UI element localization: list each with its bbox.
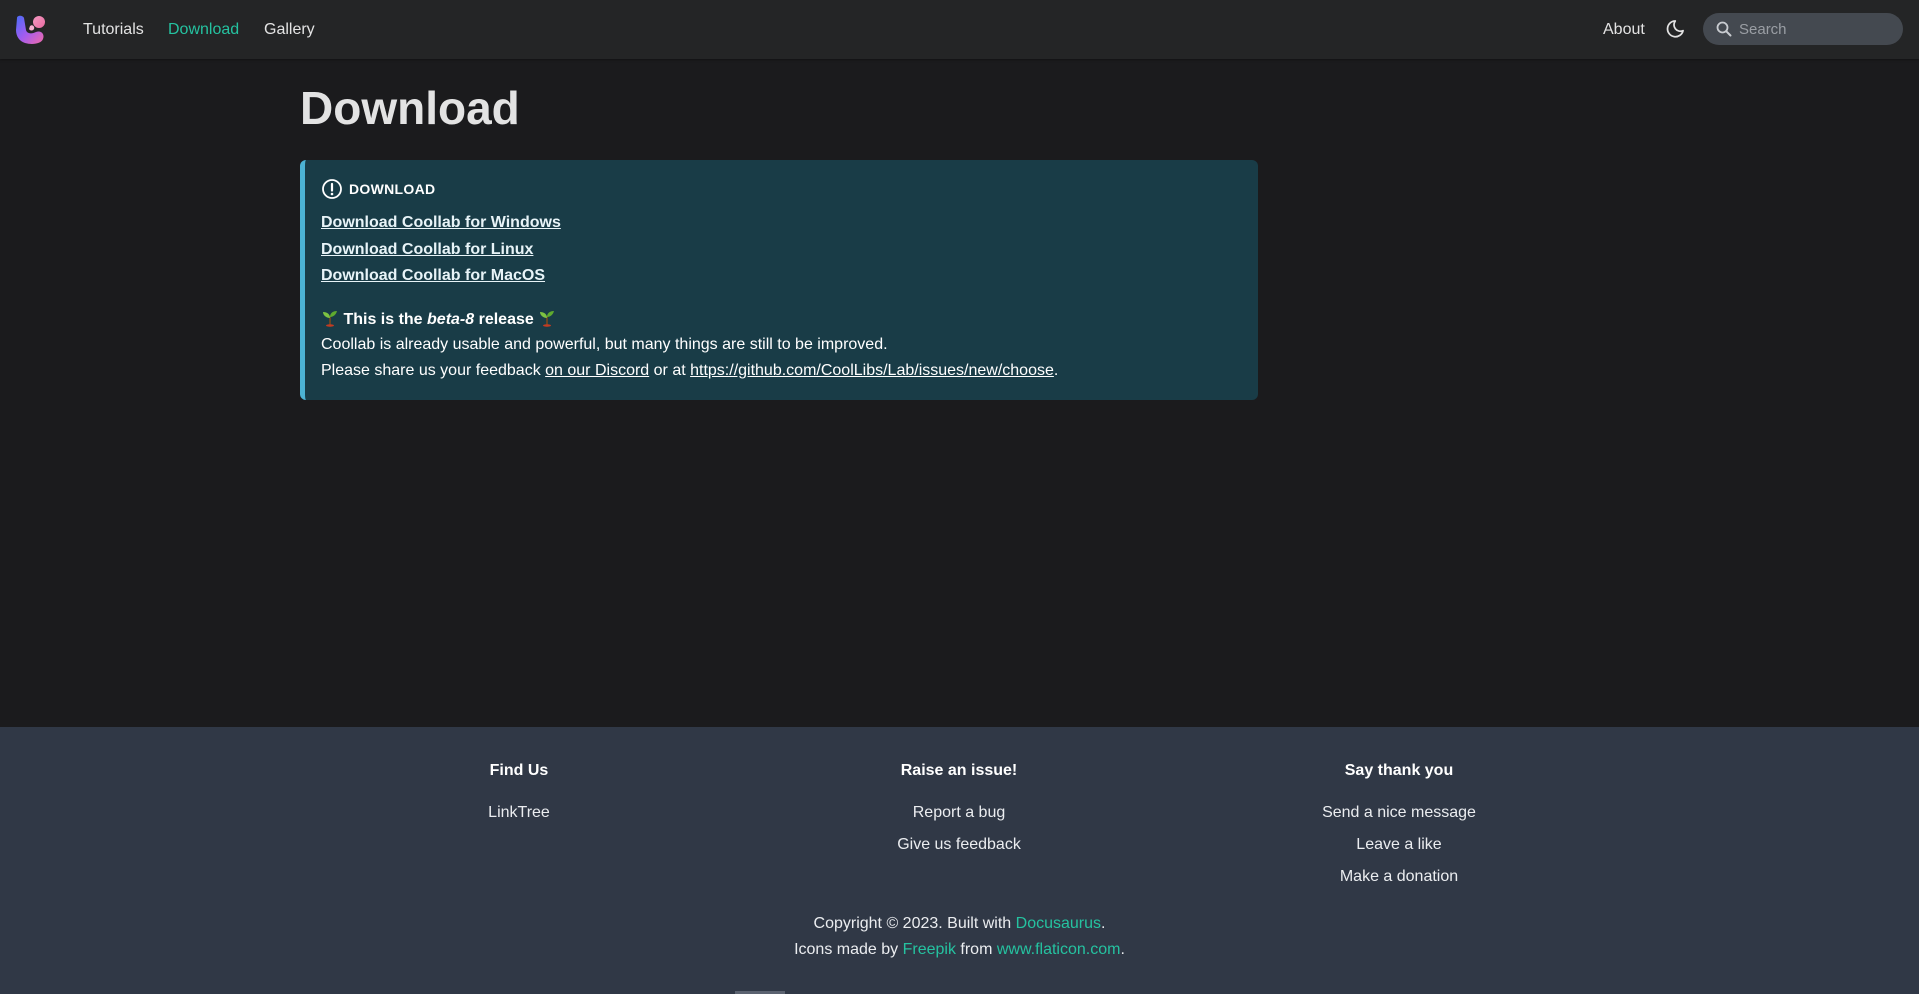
footer-link-report-bug[interactable]: Report a bug (809, 803, 1109, 823)
coollab-logo-icon[interactable] (14, 14, 48, 46)
nav-about[interactable]: About (1603, 20, 1645, 40)
icons-middle: from (960, 941, 993, 958)
icons-prefix: Icons made by (794, 941, 899, 958)
feedback-middle: or at (653, 361, 686, 379)
search-icon (1716, 21, 1732, 37)
docusaurus-link[interactable]: Docusaurus (1016, 915, 1101, 932)
footer-column-find-us: Find Us LinkTree (369, 761, 669, 835)
footer-column-raise-issue: Raise an issue! Report a bug Give us fee… (809, 761, 1109, 867)
admonition-heading: DOWNLOAD (321, 178, 1238, 200)
release-description: Coollab is already usable and powerful, … (321, 335, 888, 353)
footer-column-title: Say thank you (1344, 762, 1454, 779)
feedback-prefix: Please share us your feedback (321, 361, 541, 379)
nav-gallery[interactable]: Gallery (264, 20, 315, 40)
download-macos-link[interactable]: Download Coollab for MacOS (321, 263, 1238, 290)
footer-link-linktree[interactable]: LinkTree (369, 803, 669, 823)
info-circle-icon (322, 179, 342, 199)
footer-link-feedback[interactable]: Give us feedback (809, 835, 1109, 855)
release-version: beta-8 (427, 310, 475, 328)
footer-column-title: Raise an issue! (900, 762, 1018, 779)
admonition-heading-text: DOWNLOAD (349, 181, 436, 197)
footer-link-donation[interactable]: Make a donation (1249, 867, 1549, 887)
icons-period: . (1120, 941, 1125, 958)
footer-column-title: Find Us (489, 762, 549, 779)
footer-column-say-thanks: Say thank you Send a nice message Leave … (1249, 761, 1549, 899)
nav-download[interactable]: Download (168, 20, 239, 40)
page-title: Download (300, 82, 520, 134)
copyright-line: Copyright © 2023. Built with Docusaurus. (0, 911, 1919, 937)
search-input[interactable] (1739, 13, 1895, 45)
download-linux-link[interactable]: Download Coollab for Linux (321, 237, 1238, 264)
sprout-icon (323, 310, 337, 327)
sprout-icon (540, 310, 555, 327)
feedback-suffix: . (1053, 361, 1059, 379)
freepik-link[interactable]: Freepik (903, 941, 956, 958)
footer-link-like[interactable]: Leave a like (1249, 835, 1549, 855)
release-suffix: release (478, 310, 534, 328)
search-box[interactable] (1703, 13, 1903, 45)
icons-credit-line: Icons made by Freepik from www.flaticon.… (0, 937, 1919, 963)
moon-icon[interactable] (1664, 18, 1686, 40)
release-prefix: This is the (343, 310, 423, 328)
footer: Find Us LinkTree Raise an issue! Report … (0, 727, 1919, 994)
flaticon-link[interactable]: www.flaticon.com (997, 941, 1121, 958)
download-links: Download Coollab for Windows Download Co… (321, 210, 1238, 290)
footer-copyright: Copyright © 2023. Built with Docusaurus.… (0, 911, 1919, 963)
download-windows-link[interactable]: Download Coollab for Windows (321, 210, 1238, 237)
download-admonition: DOWNLOAD Download Coollab for Windows Do… (300, 160, 1258, 400)
copyright-period: . (1101, 915, 1106, 932)
copyright-prefix: Copyright © 2023. Built with (813, 915, 1012, 932)
release-line: This is the beta-8 release (321, 308, 1238, 332)
nav-tutorials[interactable]: Tutorials (83, 20, 144, 40)
footer-link-nice-message[interactable]: Send a nice message (1249, 803, 1549, 823)
discord-link[interactable]: on our Discord (545, 362, 649, 379)
navbar: Tutorials Download Gallery About (0, 0, 1919, 59)
feedback-line: Please share us your feedback on our Dis… (321, 358, 1238, 384)
github-issues-link[interactable]: https://github.com/CoolLibs/Lab/issues/n… (690, 362, 1054, 379)
